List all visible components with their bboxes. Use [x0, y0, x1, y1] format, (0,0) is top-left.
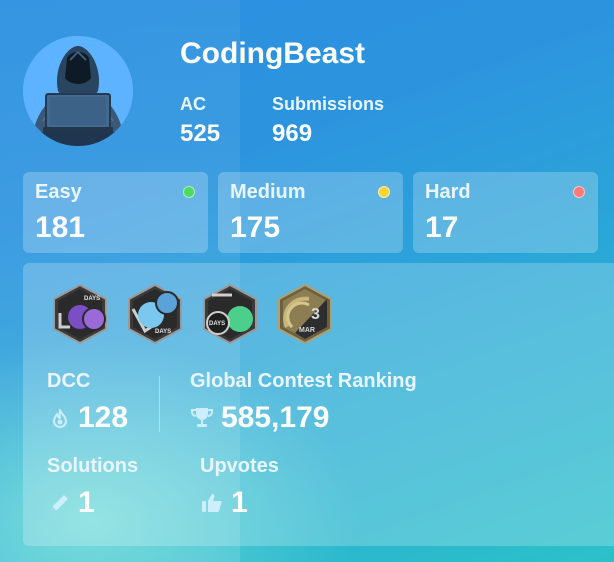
medium-dot-icon — [378, 186, 390, 198]
medium-label: Medium — [230, 181, 306, 203]
submissions-value: 969 — [272, 120, 313, 147]
stats-panel: DAYS DAYS DAYS 3 MAR DCC 128 Global Cont… — [23, 263, 614, 546]
pencil-icon — [49, 492, 71, 514]
dcc-label: DCC — [47, 370, 91, 392]
days-text: DAYS — [155, 329, 171, 335]
march-month-text: MAR — [299, 327, 315, 334]
thumbs-up-icon — [201, 492, 223, 514]
days-badge-purple-icon[interactable]: DAYS — [50, 283, 110, 345]
hooded-hacker-icon — [23, 36, 133, 146]
days-badge-blue-icon[interactable]: DAYS — [125, 283, 185, 345]
march-day-text: 3 — [311, 306, 320, 323]
easy-label: Easy — [35, 181, 82, 203]
days-badge-green-icon[interactable]: DAYS — [200, 283, 260, 345]
hard-label: Hard — [425, 181, 471, 203]
ac-stat: AC 525 — [180, 93, 220, 148]
ranking-label: Global Contest Ranking — [190, 370, 417, 392]
divider — [159, 376, 160, 432]
medium-card[interactable]: Medium 175 — [218, 172, 403, 253]
easy-dot-icon — [183, 186, 195, 198]
solutions-value: 1 — [78, 486, 95, 519]
flame-icon — [49, 408, 71, 430]
avatar[interactable] — [23, 36, 133, 146]
hard-count: 17 — [425, 211, 459, 244]
submissions-label: Submissions — [272, 94, 385, 114]
march-badge-icon[interactable]: 3 MAR — [275, 283, 335, 345]
easy-count: 181 — [35, 211, 86, 244]
ac-value: 525 — [180, 120, 221, 147]
easy-card[interactable]: Easy 181 — [23, 172, 208, 253]
solutions-label: Solutions — [47, 455, 139, 477]
hard-card[interactable]: Hard 17 — [413, 172, 598, 253]
trophy-icon — [191, 406, 213, 428]
medium-count: 175 — [230, 211, 281, 244]
submissions-stat: Submissions 969 — [272, 93, 384, 148]
days-text: DAYS — [84, 296, 100, 302]
upvotes-label: Upvotes — [200, 455, 279, 477]
upvotes-value: 1 — [231, 486, 248, 519]
ac-label: AC — [180, 94, 206, 114]
days-text: DAYS — [209, 321, 225, 327]
ranking-value: 585,179 — [221, 401, 330, 434]
hard-dot-icon — [573, 186, 585, 198]
dcc-value: 128 — [78, 401, 129, 434]
username: CodingBeast — [180, 37, 366, 70]
